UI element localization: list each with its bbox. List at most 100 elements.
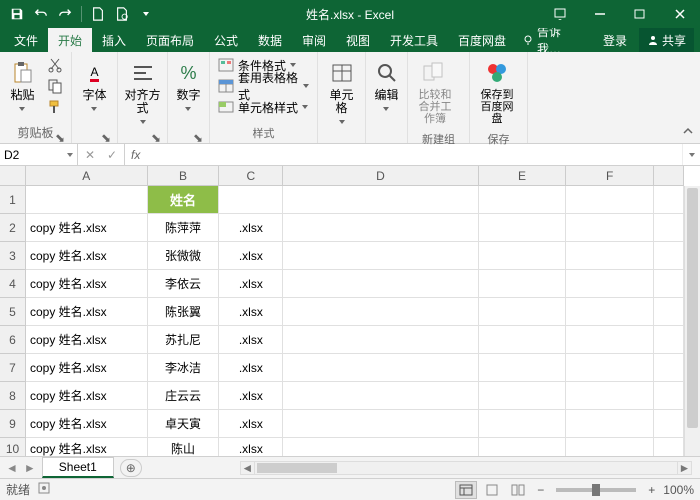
namebox-dropdown-icon[interactable] — [67, 153, 73, 157]
cell[interactable] — [479, 438, 567, 456]
view-page-break-icon[interactable] — [507, 481, 529, 499]
zoom-level[interactable]: 100% — [663, 483, 694, 497]
tab-baidu[interactable]: 百度网盘 — [448, 28, 516, 52]
align-launcher-icon[interactable]: ⬊ — [151, 131, 161, 141]
cell[interactable] — [283, 186, 478, 214]
cell[interactable] — [566, 354, 654, 382]
cell[interactable] — [479, 326, 567, 354]
cell[interactable] — [654, 438, 684, 456]
tab-layout[interactable]: 页面布局 — [136, 28, 204, 52]
minimize-icon[interactable] — [580, 0, 620, 28]
cell[interactable] — [283, 242, 478, 270]
row-header[interactable]: 10 — [0, 438, 25, 456]
cell[interactable]: .xlsx — [219, 298, 283, 326]
sheet-nav-prev-icon[interactable]: ◄ — [6, 461, 18, 475]
fx-icon[interactable]: fx — [125, 144, 146, 165]
login-button[interactable]: 登录 — [595, 28, 635, 52]
number-launcher-icon[interactable]: ⬊ — [193, 131, 203, 141]
cell[interactable]: .xlsx — [219, 242, 283, 270]
col-header[interactable]: B — [148, 166, 220, 185]
cell[interactable]: copy 姓名.xlsx — [26, 298, 148, 326]
cell[interactable] — [566, 382, 654, 410]
cell[interactable] — [654, 186, 684, 214]
cell[interactable] — [654, 298, 684, 326]
cell[interactable]: copy 姓名.xlsx — [26, 438, 148, 456]
cell[interactable] — [479, 270, 567, 298]
alignment-button[interactable]: 对齐方式 — [122, 55, 163, 131]
row-header[interactable]: 6 — [0, 326, 25, 354]
fx-enter-icon[interactable]: ✓ — [104, 148, 120, 162]
zoom-out-button[interactable]: − — [533, 483, 548, 497]
cell[interactable]: .xlsx — [219, 410, 283, 438]
col-header[interactable]: D — [283, 166, 478, 185]
cell[interactable]: 陈萍萍 — [148, 214, 220, 242]
cell[interactable]: .xlsx — [219, 382, 283, 410]
cell[interactable] — [479, 242, 567, 270]
tab-view[interactable]: 视图 — [336, 28, 380, 52]
vertical-scrollbar[interactable] — [684, 186, 700, 456]
table-format-button[interactable]: 套用表格格式 — [214, 76, 313, 96]
number-button[interactable]: %数字 — [172, 55, 205, 118]
cell[interactable] — [479, 298, 567, 326]
name-box[interactable] — [0, 144, 78, 165]
sheet-nav-next-icon[interactable]: ► — [24, 461, 36, 475]
format-painter-button[interactable] — [43, 97, 67, 117]
redo-icon[interactable] — [54, 3, 76, 25]
cell[interactable] — [566, 410, 654, 438]
fx-cancel-icon[interactable]: ✕ — [82, 148, 98, 162]
cell[interactable] — [283, 214, 478, 242]
cell[interactable]: copy 姓名.xlsx — [26, 354, 148, 382]
save-to-baidu-button[interactable]: 保存到百度网盘 — [474, 55, 520, 129]
row-header[interactable]: 9 — [0, 410, 25, 438]
cell[interactable] — [479, 354, 567, 382]
cut-button[interactable] — [43, 55, 67, 75]
row-header[interactable]: 8 — [0, 382, 25, 410]
horizontal-scrollbar[interactable]: ◄► — [240, 461, 692, 475]
tab-data[interactable]: 数据 — [248, 28, 292, 52]
cell[interactable] — [283, 354, 478, 382]
view-normal-icon[interactable] — [455, 481, 477, 499]
row-header[interactable]: 4 — [0, 270, 25, 298]
tab-home[interactable]: 开始 — [48, 28, 92, 52]
cell[interactable] — [26, 186, 148, 214]
zoom-in-button[interactable]: + — [644, 483, 659, 497]
copy-button[interactable] — [43, 76, 67, 96]
cell[interactable] — [219, 186, 283, 214]
tab-file[interactable]: 文件 — [4, 28, 48, 52]
ribbon-options-icon[interactable] — [540, 0, 580, 28]
cell[interactable]: 李依云 — [148, 270, 220, 298]
cell[interactable] — [566, 214, 654, 242]
cell[interactable] — [566, 270, 654, 298]
cell[interactable]: copy 姓名.xlsx — [26, 242, 148, 270]
qat-customize-icon[interactable] — [135, 3, 157, 25]
cell[interactable]: copy 姓名.xlsx — [26, 382, 148, 410]
cell[interactable]: 陈张翼 — [148, 298, 220, 326]
cell[interactable] — [479, 186, 567, 214]
col-header[interactable]: A — [26, 166, 148, 185]
cell[interactable]: 陈山 — [148, 438, 220, 456]
save-icon[interactable] — [6, 3, 28, 25]
formula-bar-expand-icon[interactable] — [682, 144, 700, 165]
view-page-layout-icon[interactable] — [481, 481, 503, 499]
col-header[interactable] — [654, 166, 684, 185]
cell[interactable] — [283, 326, 478, 354]
cell[interactable]: copy 姓名.xlsx — [26, 270, 148, 298]
col-header[interactable]: C — [219, 166, 283, 185]
cell[interactable]: .xlsx — [219, 270, 283, 298]
select-all-corner[interactable] — [0, 166, 26, 186]
tab-formulas[interactable]: 公式 — [204, 28, 248, 52]
row-header[interactable]: 7 — [0, 354, 25, 382]
cell[interactable] — [654, 326, 684, 354]
cell[interactable] — [566, 438, 654, 456]
cell[interactable] — [566, 298, 654, 326]
cell[interactable]: copy 姓名.xlsx — [26, 214, 148, 242]
cell[interactable]: 庄云云 — [148, 382, 220, 410]
clipboard-launcher-icon[interactable]: ⬊ — [55, 131, 65, 141]
cell[interactable] — [479, 382, 567, 410]
cell[interactable] — [654, 354, 684, 382]
maximize-icon[interactable] — [620, 0, 660, 28]
cell[interactable] — [283, 298, 478, 326]
cell-styles-button[interactable]: 单元格样式 — [214, 97, 313, 117]
cell[interactable] — [654, 382, 684, 410]
cell[interactable] — [479, 410, 567, 438]
